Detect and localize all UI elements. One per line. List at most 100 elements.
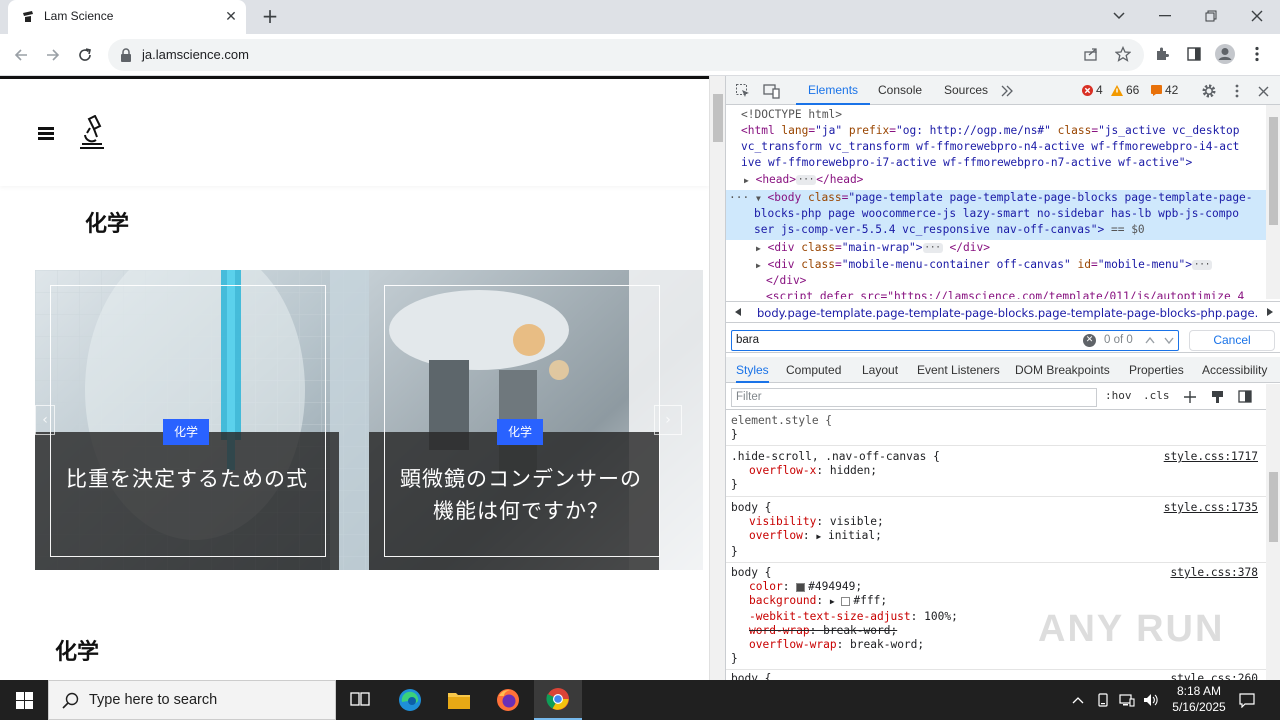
style-declaration[interactable]: color: #494949;	[731, 580, 1266, 594]
dom-node-html[interactable]: <html lang="ja" prefix="og: http://ogp.m…	[741, 123, 1240, 140]
dom-node-mobile-menu[interactable]: ▶ <div class="mobile-menu-container off-…	[756, 257, 1213, 275]
device-toolbar-icon[interactable]	[762, 82, 780, 100]
subtab-event-listeners[interactable]: Event Listeners	[917, 357, 1000, 383]
dom-node-script[interactable]: <script defer src="https://lamscience.co…	[766, 289, 1244, 299]
tray-chevron-up-icon[interactable]	[1069, 690, 1087, 710]
address-bar[interactable]: ja.lamscience.com	[108, 39, 1144, 71]
expand-triangle-icon[interactable]: ▶	[816, 532, 821, 541]
article-card[interactable]: 化学 比重を決定するための式	[35, 270, 369, 570]
rule-source-link[interactable]: style.css:378	[1170, 566, 1258, 580]
subtab-properties[interactable]: Properties	[1129, 357, 1184, 383]
breadcrumb-right-icon[interactable]	[1267, 308, 1273, 316]
reload-icon[interactable]	[72, 42, 98, 68]
taskbar-search-box[interactable]: Type here to search	[48, 680, 336, 720]
dom-node-doctype[interactable]: <!DOCTYPE html>	[741, 107, 842, 124]
styles-scrollbar[interactable]	[1266, 384, 1280, 680]
toggle-sidebar-icon[interactable]	[1238, 390, 1252, 403]
profile-avatar-icon[interactable]	[1214, 43, 1236, 65]
bookmark-star-icon[interactable]	[1112, 43, 1134, 65]
window-close-icon[interactable]	[1244, 4, 1270, 28]
style-rule[interactable]: .hide-scroll, .nav-off-canvas { style.cs…	[726, 447, 1266, 497]
style-rule[interactable]: body { style.css:260	[726, 669, 1266, 680]
notification-center-icon[interactable]	[1238, 690, 1256, 710]
expand-triangle-icon[interactable]: ▶	[756, 244, 761, 253]
expand-triangle-icon[interactable]: ▶	[830, 597, 835, 606]
minimize-icon[interactable]	[1152, 4, 1178, 28]
subtab-dom-breakpoints[interactable]: DOM Breakpoints	[1015, 357, 1110, 383]
tab-search-icon[interactable]	[1106, 4, 1132, 28]
style-declaration[interactable]: overflow-x: hidden;	[731, 464, 1266, 478]
paint-brush-icon[interactable]	[1211, 390, 1224, 403]
article-card[interactable]: 化学 顕微鏡のコンデンサーの機能は何ですか？	[369, 270, 703, 570]
forward-icon[interactable]	[40, 42, 66, 68]
windows-start-icon[interactable]	[0, 680, 48, 720]
firefox-icon[interactable]	[484, 680, 532, 720]
styles-scrollbar-thumb[interactable]	[1269, 472, 1278, 542]
page-scrollbar[interactable]	[709, 76, 725, 680]
clear-search-icon[interactable]: ✕	[1083, 334, 1096, 347]
category-badge[interactable]: 化学	[497, 419, 544, 445]
more-tabs-icon[interactable]	[998, 82, 1016, 100]
chrome-icon[interactable]	[534, 680, 582, 720]
subtab-accessibility[interactable]: Accessibility	[1202, 357, 1267, 383]
error-count-badge[interactable]: 4	[1082, 83, 1103, 97]
task-view-icon[interactable]	[336, 680, 384, 720]
rule-source-link[interactable]: style.css:1735	[1164, 501, 1258, 515]
tab-elements[interactable]: Elements	[796, 76, 871, 105]
style-rule[interactable]: element.style { }	[726, 411, 1266, 447]
dom-scrollbar[interactable]	[1266, 105, 1280, 299]
ellipsis-icon[interactable]: ···	[922, 243, 943, 253]
dom-tree[interactable]: <!DOCTYPE html> <html lang="ja" prefix="…	[726, 105, 1266, 299]
collapse-triangle-icon[interactable]: ▼	[756, 194, 761, 203]
browser-tab[interactable]: Lam Science ✕	[8, 0, 246, 34]
new-style-rule-icon[interactable]	[1184, 391, 1196, 403]
card-title[interactable]: 比重を決定するための式	[65, 463, 309, 495]
expand-triangle-icon[interactable]: ▶	[744, 176, 749, 185]
breadcrumb[interactable]: body.page-template.page-template-page-bl…	[726, 301, 1280, 323]
dom-node-body[interactable]: ··· ▼ <body class="page-template page-te…	[729, 190, 1253, 208]
ellipsis-icon[interactable]: ···	[796, 175, 817, 185]
hamburger-menu-icon[interactable]	[38, 127, 54, 141]
issues-count-badge[interactable]: 42	[1151, 83, 1178, 97]
dom-node-head[interactable]: ▶ <head> ··· </head>	[744, 172, 863, 190]
system-clock[interactable]: 8:18 AM 5/16/2025	[1166, 683, 1232, 715]
breadcrumb-text[interactable]: body.page-template.page-template-page-bl…	[757, 306, 1257, 320]
new-tab-button[interactable]: +	[258, 6, 282, 28]
back-icon[interactable]	[8, 42, 34, 68]
class-toggle[interactable]: .cls	[1143, 389, 1170, 402]
tab-close-icon[interactable]: ✕	[222, 8, 240, 26]
devtools-menu-icon[interactable]	[1228, 82, 1246, 100]
microscope-logo-icon[interactable]	[76, 115, 106, 149]
rule-source-link[interactable]: style.css:260	[1170, 672, 1258, 680]
style-declaration[interactable]: overflow: ▶ initial;	[731, 529, 1266, 544]
dom-search-input[interactable]: bara ✕ 0 of 0	[731, 330, 1179, 351]
color-swatch[interactable]	[796, 582, 806, 592]
restore-icon[interactable]	[1198, 4, 1224, 28]
network-icon[interactable]	[1118, 690, 1136, 710]
rule-source-link[interactable]: style.css:1717	[1164, 450, 1258, 464]
lock-icon[interactable]	[120, 48, 132, 62]
hover-state-toggle[interactable]: :hov	[1105, 389, 1132, 402]
expand-triangle-icon[interactable]: ▶	[756, 261, 761, 270]
search-next-icon[interactable]	[1164, 337, 1174, 344]
card-title[interactable]: 顕微鏡のコンデンサーの機能は何ですか？	[393, 463, 649, 527]
slider-prev-icon[interactable]: ‹	[35, 405, 55, 435]
style-declaration[interactable]: visibility: visible;	[731, 515, 1266, 529]
category-badge[interactable]: 化学	[163, 419, 210, 445]
page-scrollbar-thumb[interactable]	[713, 94, 723, 142]
warning-count-badge[interactable]: 66	[1111, 83, 1139, 97]
subtab-layout[interactable]: Layout	[862, 357, 898, 383]
menu-kebab-icon[interactable]	[1246, 43, 1268, 65]
color-swatch[interactable]	[841, 596, 851, 606]
inspect-element-icon[interactable]	[734, 82, 752, 100]
breadcrumb-left-icon[interactable]	[735, 308, 741, 316]
devtools-settings-gear-icon[interactable]	[1200, 82, 1218, 100]
tab-sources[interactable]: Sources	[944, 76, 988, 105]
dom-scrollbar-thumb[interactable]	[1269, 117, 1278, 225]
share-icon[interactable]	[1080, 43, 1102, 65]
subtab-styles[interactable]: Styles	[736, 357, 769, 383]
devtools-close-icon[interactable]	[1254, 82, 1272, 100]
subtab-computed[interactable]: Computed	[786, 357, 841, 383]
tab-console[interactable]: Console	[878, 76, 922, 105]
ellipsis-icon[interactable]: ···	[1191, 260, 1213, 270]
